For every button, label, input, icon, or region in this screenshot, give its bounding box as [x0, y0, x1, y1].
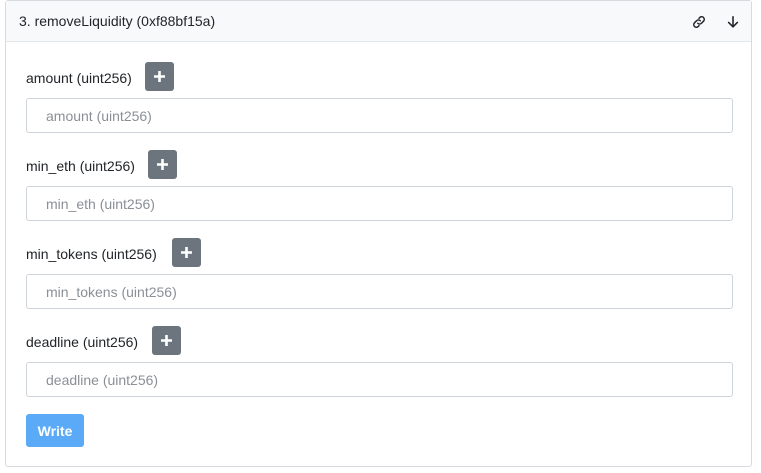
plus-icon — [157, 159, 168, 170]
function-card: 3. removeLiquidity (0xf88bf15a) amount (… — [5, 0, 752, 467]
plus-icon — [161, 335, 172, 346]
card-header[interactable]: 3. removeLiquidity (0xf88bf15a) — [6, 1, 751, 42]
min-tokens-label: min_tokens (uint256) — [26, 246, 157, 262]
plus-icon — [181, 247, 192, 258]
deadline-label: deadline (uint256) — [26, 334, 139, 350]
min-tokens-input[interactable] — [26, 274, 733, 309]
amount-input[interactable] — [26, 98, 733, 133]
write-button[interactable]: Write — [26, 414, 84, 447]
function-title: 3. removeLiquidity (0xf88bf15a) — [19, 13, 216, 29]
plus-icon — [154, 71, 165, 82]
amount-add-button[interactable] — [145, 62, 174, 91]
arrow-down-icon[interactable] — [724, 13, 742, 31]
min-eth-label: min_eth (uint256) — [26, 158, 135, 174]
min-eth-input[interactable] — [26, 186, 733, 221]
deadline-add-button[interactable] — [152, 326, 181, 355]
link-icon[interactable] — [690, 13, 708, 31]
amount-label: amount (uint256) — [26, 70, 132, 86]
min-tokens-add-button[interactable] — [172, 238, 201, 267]
min-eth-add-button[interactable] — [148, 150, 177, 179]
deadline-input[interactable] — [26, 362, 733, 397]
